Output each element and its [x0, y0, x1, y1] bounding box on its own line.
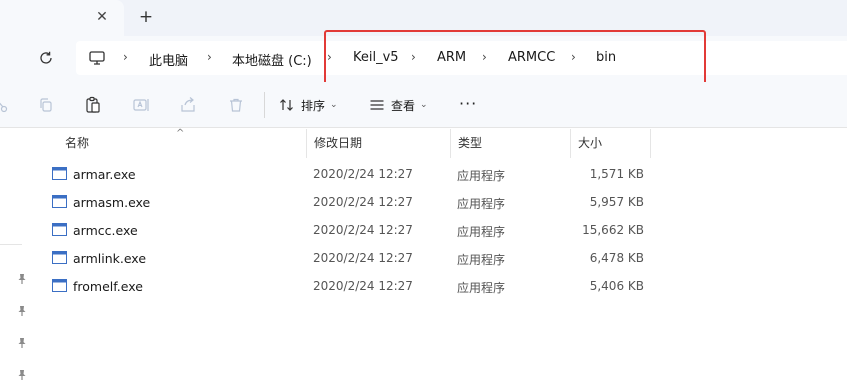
column-header-row: ^ 名称 修改日期 类型 大小: [34, 128, 847, 158]
file-date: 2020/2/24 12:27: [313, 167, 413, 181]
file-date: 2020/2/24 12:27: [313, 251, 413, 265]
breadcrumb-local-disk[interactable]: 本地磁盘 (C:): [232, 50, 312, 69]
pin-icon[interactable]: [16, 273, 28, 285]
file-name: fromelf.exe: [73, 279, 143, 294]
breadcrumb-this-pc[interactable]: 此电脑: [149, 50, 188, 69]
chevron-right-icon[interactable]: ›: [123, 50, 128, 64]
breadcrumb-arm[interactable]: ARM: [437, 50, 466, 65]
column-header-name[interactable]: 名称: [57, 129, 304, 158]
address-bar[interactable]: › 此电脑 › 本地磁盘 (C:) › Keil_v5 › ARM › ARMC…: [76, 41, 847, 75]
chevron-down-icon: ⌄: [330, 100, 338, 110]
breadcrumb-bin[interactable]: bin: [596, 50, 616, 65]
column-divider[interactable]: [650, 129, 651, 158]
sort-button[interactable]: 排序 ⌄: [279, 94, 338, 116]
column-header-type[interactable]: 类型: [450, 129, 570, 158]
column-header-date[interactable]: 修改日期: [306, 129, 450, 158]
file-size: 5,957 KB: [589, 195, 644, 209]
file-size: 6,478 KB: [589, 251, 644, 265]
copy-icon[interactable]: [36, 95, 56, 115]
table-row[interactable]: fromelf.exe 2020/2/24 12:27 应用程序 5,406 K…: [44, 272, 644, 300]
navigation-pane: [0, 129, 34, 380]
tab-strip: ✕ +: [0, 0, 847, 36]
file-type: 应用程序: [457, 281, 506, 295]
new-tab-icon[interactable]: +: [136, 7, 156, 27]
file-name: armasm.exe: [73, 195, 151, 210]
chevron-right-icon[interactable]: ›: [327, 50, 332, 64]
computer-icon[interactable]: [88, 49, 106, 67]
address-row: › 此电脑 › 本地磁盘 (C:) › Keil_v5 › ARM › ARMC…: [0, 36, 847, 82]
breadcrumb-armcc[interactable]: ARMCC: [508, 50, 555, 65]
file-date: 2020/2/24 12:27: [313, 223, 413, 237]
refresh-icon[interactable]: [36, 48, 56, 68]
file-name: armlink.exe: [73, 251, 147, 266]
file-date: 2020/2/24 12:27: [313, 279, 413, 293]
file-size: 5,406 KB: [589, 279, 644, 293]
chevron-right-icon[interactable]: ›: [482, 50, 487, 64]
more-options-icon[interactable]: ···: [459, 94, 477, 113]
file-size: 15,662 KB: [582, 223, 644, 237]
file-type: 应用程序: [457, 253, 506, 267]
view-button[interactable]: 查看 ⌄: [369, 94, 428, 116]
view-label: 查看: [391, 98, 416, 113]
nav-divider: [0, 244, 22, 245]
chevron-right-icon[interactable]: ›: [571, 50, 576, 64]
executable-file-icon: [52, 195, 67, 208]
share-icon[interactable]: [178, 95, 198, 115]
cut-icon[interactable]: [0, 95, 10, 115]
table-row[interactable]: armcc.exe 2020/2/24 12:27 应用程序 15,662 KB: [44, 216, 644, 244]
file-name: armar.exe: [73, 167, 136, 182]
file-date: 2020/2/24 12:27: [313, 195, 413, 209]
command-bar: 排序 ⌄ 查看 ⌄ ···: [0, 82, 847, 128]
table-row[interactable]: armlink.exe 2020/2/24 12:27 应用程序 6,478 K…: [44, 244, 644, 272]
column-header-size[interactable]: 大小: [570, 129, 650, 158]
toolbar-divider: [264, 92, 265, 118]
file-type: 应用程序: [457, 197, 506, 211]
breadcrumb-keil[interactable]: Keil_v5: [353, 50, 399, 65]
chevron-right-icon[interactable]: ›: [411, 50, 416, 64]
file-size: 1,571 KB: [589, 167, 644, 181]
pin-icon[interactable]: [16, 337, 28, 349]
executable-file-icon: [52, 223, 67, 236]
executable-file-icon: [52, 167, 67, 180]
executable-file-icon: [52, 279, 67, 292]
chevron-down-icon: ⌄: [420, 100, 428, 110]
chevron-right-icon[interactable]: ›: [207, 50, 212, 64]
close-tab-icon[interactable]: ✕: [93, 8, 111, 26]
file-type: 应用程序: [457, 169, 506, 183]
rename-icon[interactable]: [131, 95, 151, 115]
view-icon: [370, 100, 384, 110]
table-row[interactable]: armasm.exe 2020/2/24 12:27 应用程序 5,957 KB: [44, 188, 644, 216]
paste-icon[interactable]: [83, 95, 103, 115]
table-row[interactable]: armar.exe 2020/2/24 12:27 应用程序 1,571 KB: [44, 160, 644, 188]
sort-icon: [280, 99, 293, 111]
sort-label: 排序: [301, 98, 326, 113]
delete-icon[interactable]: [226, 95, 246, 115]
pin-icon[interactable]: [16, 369, 28, 380]
executable-file-icon: [52, 251, 67, 264]
file-name: armcc.exe: [73, 223, 138, 238]
file-type: 应用程序: [457, 225, 506, 239]
pin-icon[interactable]: [16, 305, 28, 317]
